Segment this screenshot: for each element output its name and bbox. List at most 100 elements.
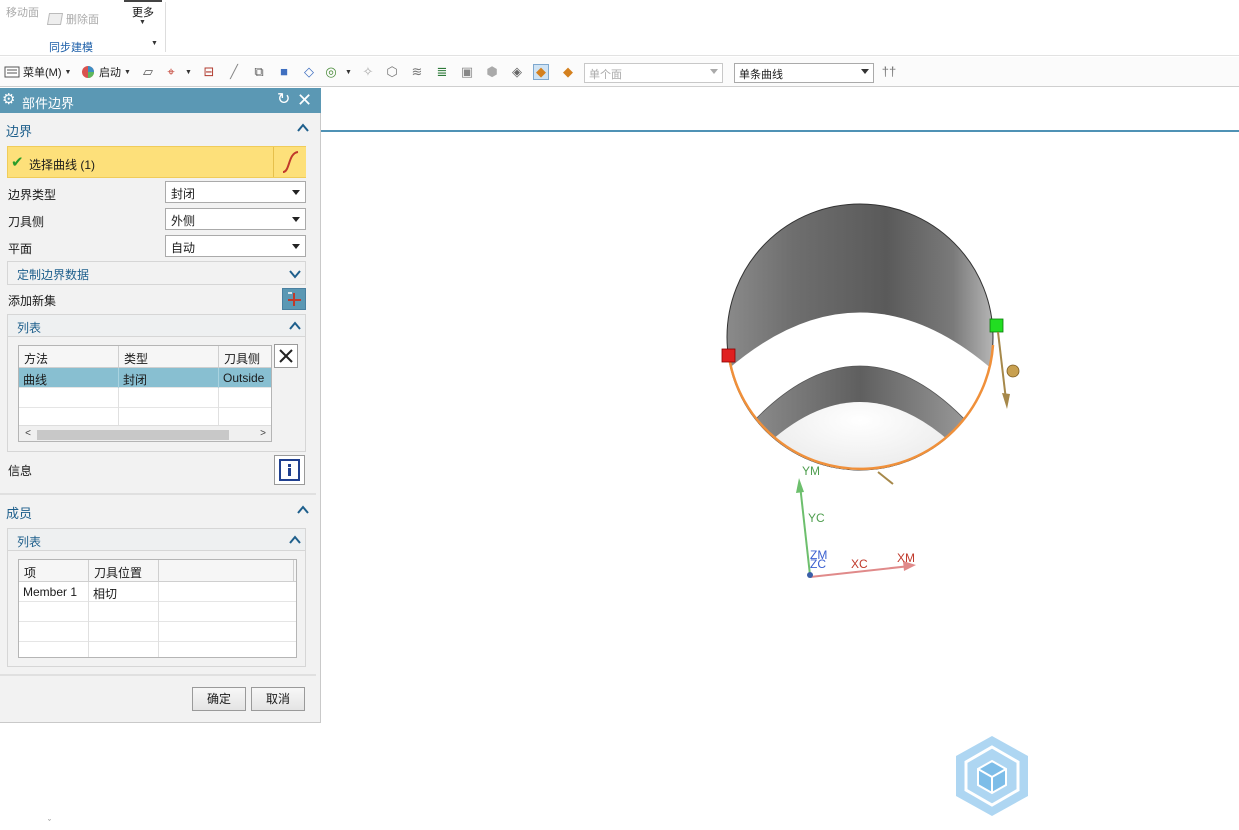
delete-row-button[interactable]: [274, 344, 298, 368]
delete-face-button[interactable]: 删除面: [46, 11, 99, 27]
scroll-right-icon[interactable]: >: [256, 427, 270, 441]
chevron-down-icon: ▼: [124, 68, 131, 76]
start-button[interactable]: 启动 ▼: [80, 64, 131, 80]
boundary-type-value: 封闭: [171, 187, 196, 201]
boundary-list-title: 列表: [17, 321, 42, 335]
components-icon[interactable]: ⬢: [484, 64, 500, 80]
dialog-title-bar[interactable]: ⚙ 部件边界 ↻ ✕: [0, 88, 321, 113]
curve-rule-value: 单条曲线: [739, 69, 783, 81]
plane-select[interactable]: 自动: [165, 235, 306, 257]
label-ym: YM: [802, 464, 820, 478]
table-row[interactable]: Member 1 相切: [19, 582, 296, 602]
snap-body-icon[interactable]: ◆: [560, 64, 576, 80]
view-orient-icon[interactable]: ◎: [323, 64, 339, 80]
chevron-down-icon: [292, 190, 300, 195]
column-type[interactable]: 类型: [119, 346, 219, 368]
plane-value: 自动: [171, 241, 196, 255]
cancel-button[interactable]: 取消: [251, 687, 305, 711]
wireframe-cube-icon[interactable]: ◇: [301, 64, 317, 80]
horizontal-scrollbar[interactable]: < >: [19, 425, 271, 441]
menu-icon: [4, 66, 20, 78]
collapse-members-icon[interactable]: [297, 505, 309, 515]
tangent-tick: [877, 471, 894, 485]
menu-label: 菜单(M): [23, 67, 62, 79]
ribbon: 移动面 删除面 更多 ▼ 同步建模 ▼: [0, 0, 1239, 56]
curve-rule-dropdown[interactable]: 单条曲线: [734, 63, 874, 83]
curve-select-button[interactable]: [273, 147, 306, 177]
ribbon-separator: [165, 2, 166, 52]
measure-icon[interactable]: ⊟: [201, 64, 217, 80]
bottom-edge-mark: ˇ: [48, 818, 51, 828]
chevron-down-icon[interactable]: ▼: [345, 69, 352, 76]
layer-icon[interactable]: ⧉: [251, 64, 267, 80]
tool-side-value: 外侧: [171, 214, 196, 228]
expand-icon: [289, 270, 301, 279]
boundary-table[interactable]: 方法 类型 刀具侧 曲线 封闭 Outside < >: [18, 345, 272, 442]
boundary-type-select[interactable]: 封闭: [165, 181, 306, 203]
boundary-end-marker[interactable]: [989, 318, 1004, 333]
check-icon: ✔: [11, 154, 24, 171]
start-icon: [82, 66, 94, 78]
boundary-list-header[interactable]: 列表: [8, 315, 305, 337]
graphics-viewport[interactable]: YM YC ZM ZC XC XM: [700, 195, 1040, 595]
info-button[interactable]: [274, 455, 305, 485]
table-cell: 曲线: [19, 368, 119, 388]
info-label: 信息: [8, 464, 33, 478]
filter-icon[interactable]: ⬡: [384, 64, 400, 80]
reset-icon[interactable]: ↻: [277, 90, 290, 110]
plane-label: 平面: [8, 242, 33, 256]
members-list-title: 列表: [17, 535, 42, 549]
boundary-start-marker[interactable]: [721, 348, 736, 363]
more-label: 更多: [132, 7, 154, 19]
solid-cube-icon[interactable]: ■: [276, 64, 292, 80]
add-set-icon: [288, 292, 301, 306]
members-list-header[interactable]: 列表: [8, 529, 305, 551]
select-icon[interactable]: ✧: [360, 64, 376, 80]
menu-button[interactable]: 菜单(M) ▼: [4, 64, 71, 80]
snap-point-icon[interactable]: ⌖: [163, 64, 179, 80]
stack-icon[interactable]: ≣: [434, 64, 450, 80]
collapse-list-icon: [289, 321, 301, 330]
custom-boundary-data-label: 定制边界数据: [17, 268, 90, 282]
move-face-button[interactable]: 移动面: [6, 4, 39, 20]
table-cell: [89, 642, 159, 657]
column-tool-side[interactable]: 刀具侧: [219, 346, 271, 368]
snap-active-icon[interactable]: ◆: [533, 64, 549, 80]
label-yc: YC: [808, 511, 825, 525]
ok-button[interactable]: 确定: [192, 687, 246, 711]
section-divider: [0, 493, 316, 495]
more-button[interactable]: 更多 ▼: [122, 0, 164, 34]
add-new-set-label: 添加新集: [8, 294, 57, 308]
collapse-boundary-icon[interactable]: [297, 123, 309, 133]
tool-side-label: 刀具侧: [8, 215, 45, 229]
tool-side-select[interactable]: 外侧: [165, 208, 306, 230]
direction-arrowhead: [1002, 393, 1010, 409]
column-item[interactable]: 项: [19, 560, 89, 582]
face-filter-dropdown[interactable]: 单个面: [584, 63, 723, 83]
select-curve-row[interactable]: ✔ 选择曲线 (1): [7, 146, 306, 178]
column-tool-position[interactable]: 刀具位置: [89, 560, 159, 582]
members-table[interactable]: 项 刀具位置 Member 1 相切: [18, 559, 297, 658]
direction-handle[interactable]: [1006, 364, 1020, 378]
add-new-set-button[interactable]: [282, 288, 306, 310]
group-expand-icon[interactable]: ▼: [151, 40, 158, 47]
body-icon[interactable]: ▣: [459, 64, 475, 80]
close-icon[interactable]: ✕: [297, 89, 312, 111]
table-cell: 相切: [89, 582, 159, 602]
label-zc: ZC: [810, 557, 826, 571]
column-method[interactable]: 方法: [19, 346, 119, 368]
chevron-down-icon[interactable]: ▼: [185, 69, 192, 76]
custom-boundary-data-header[interactable]: 定制边界数据: [7, 261, 306, 285]
stop-at-intersection-icon[interactable]: ††: [881, 64, 897, 80]
layers-icon[interactable]: ≋: [409, 64, 425, 80]
column-empty: [159, 560, 294, 582]
line-icon[interactable]: ╱: [226, 64, 242, 80]
table-row[interactable]: 曲线 封闭 Outside: [19, 368, 271, 388]
info-icon: [279, 459, 300, 481]
scroll-thumb[interactable]: [37, 430, 229, 440]
snap-face-icon[interactable]: ◈: [509, 64, 525, 80]
collapse-list-icon: [289, 535, 301, 544]
scroll-left-icon[interactable]: <: [21, 427, 35, 441]
cylinder-model[interactable]: [726, 203, 994, 495]
open-folder-icon[interactable]: ▱: [140, 64, 156, 80]
